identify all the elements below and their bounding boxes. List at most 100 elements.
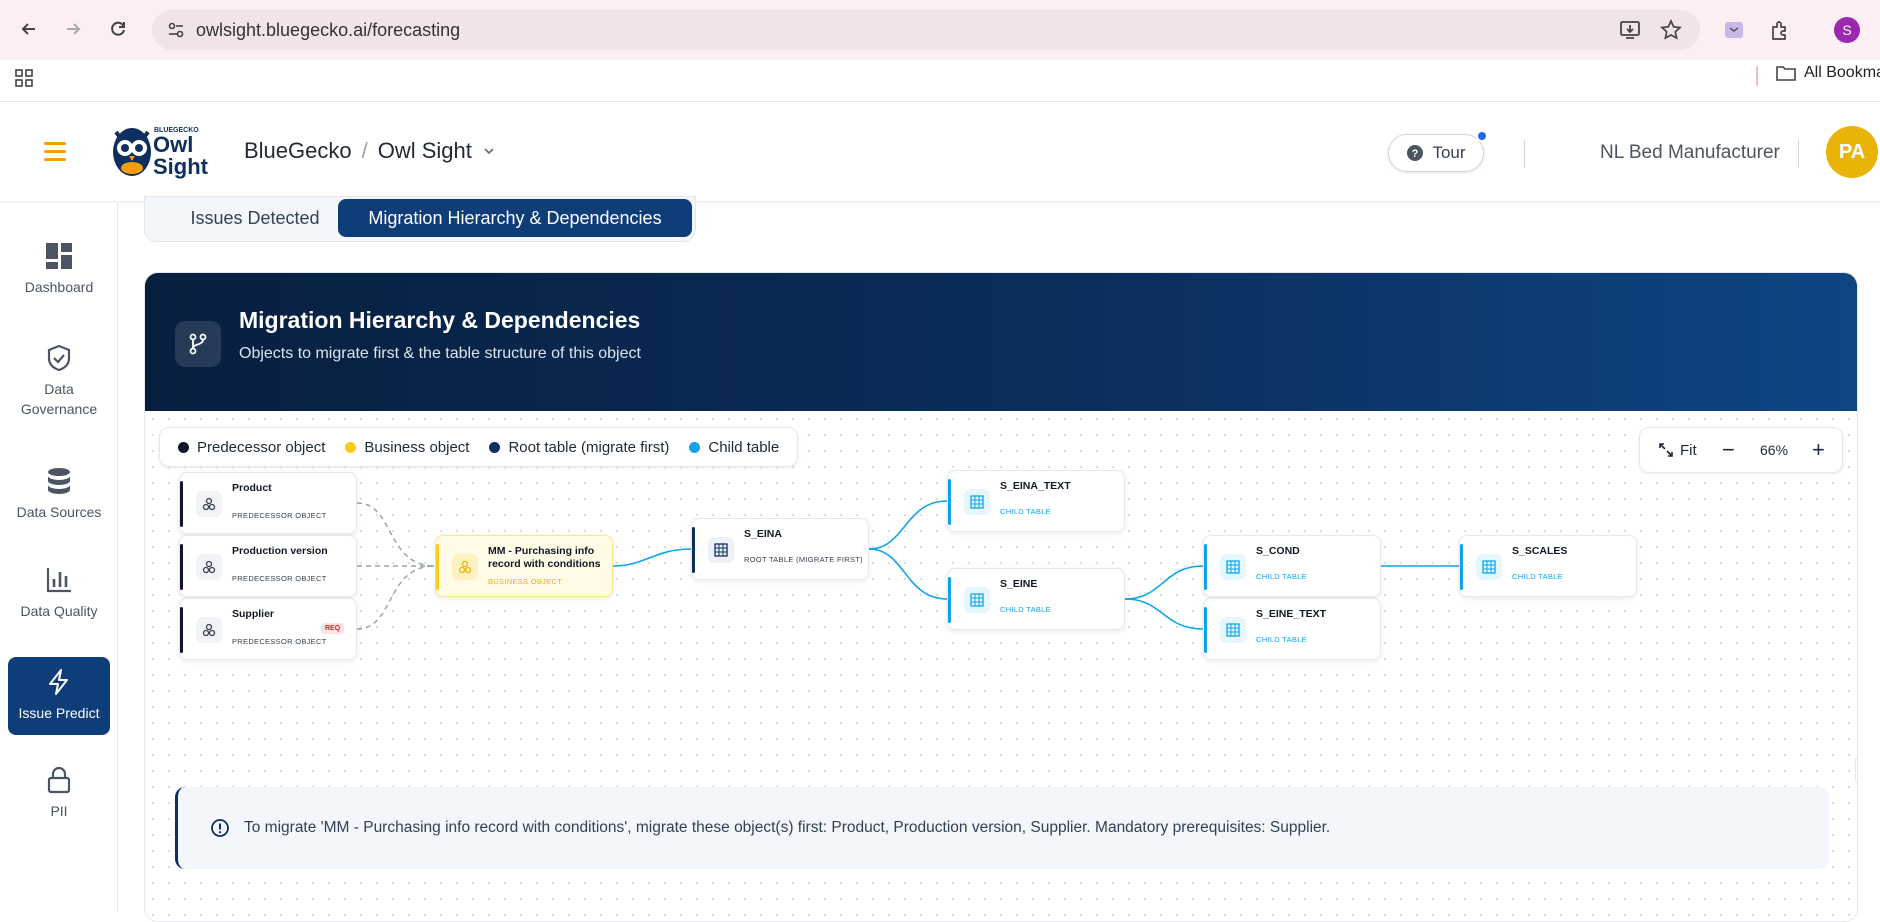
sidebar-item-data-governance[interactable]: Data Governance [8,343,110,419]
forward-icon[interactable] [58,14,88,44]
edge-s-eina-s-eine [868,548,948,600]
breadcrumb-separator: / [361,138,368,163]
sidebar-item-pii[interactable]: PII [8,765,110,821]
tour-button[interactable]: ? Tour [1388,134,1484,172]
sidebar-item-dashboard[interactable]: Dashboard [8,241,110,297]
sidebar: Dashboard Data Governance Data Sources D… [0,203,118,912]
svg-text:Sight: Sight [153,154,209,179]
card-title: Migration Hierarchy & Dependencies [239,307,641,333]
node-supplier[interactable]: Supplier PREDECESSOR OBJECT REQ [179,598,357,660]
node-type: CHILD TABLE [1000,507,1051,516]
prerequisites-alert: To migrate 'MM - Purchasing info record … [175,787,1829,869]
edge-product-business [356,502,436,567]
star-icon[interactable] [1657,16,1685,44]
table-icon [1220,617,1246,643]
notification-dot [1476,130,1488,142]
apps-grid-icon[interactable] [14,68,34,93]
object-icon [196,554,222,580]
node-production-version[interactable]: Production version PREDECESSOR OBJECT [179,535,357,597]
required-badge: REQ [321,623,345,634]
sidebar-item-label: Data Sources [16,504,102,520]
sidebar-item-data-quality[interactable]: Data Quality [8,565,110,621]
node-s-cond[interactable]: S_COND CHILD TABLE [1203,535,1381,597]
browser-profile-avatar[interactable]: S [1834,17,1860,43]
header-divider [1798,140,1799,168]
alert-text: To migrate 'MM - Purchasing info record … [244,819,1331,836]
bookmarks-divider [1756,66,1758,86]
edge-s-eine-s-eine-text [1124,598,1204,630]
install-app-icon[interactable] [1616,16,1644,44]
node-type: CHILD TABLE [1256,572,1307,581]
lock-icon [47,766,71,794]
node-name: S_EINA_TEXT [1000,480,1071,492]
migration-card: Migration Hierarchy & Dependencies Objec… [144,272,1858,922]
dependency-graph-canvas[interactable]: Predecessor object Business object Root … [145,411,1857,921]
url-text: owlsight.bluegecko.ai/forecasting [196,19,461,40]
bookmarks-bar [0,60,1880,102]
node-name: MM - Purchasing info record with conditi… [488,545,601,570]
node-name: S_EINA [744,528,782,540]
node-type: PREDECESSOR OBJECT [232,637,327,646]
node-type: PREDECESSOR OBJECT [232,574,327,583]
sidebar-item-label: PII [50,803,68,819]
sidebar-item-issue-predict[interactable]: Issue Predict [8,657,110,735]
site-settings-icon[interactable] [166,20,186,45]
back-icon[interactable] [14,14,44,44]
browser-toolbar: owlsight.bluegecko.ai/forecasting S [0,0,1880,60]
node-s-eine-text[interactable]: S_EINE_TEXT CHILD TABLE [1203,598,1381,660]
tab-migration-hierarchy[interactable]: Migration Hierarchy & Dependencies [338,199,692,237]
node-type: CHILD TABLE [1000,605,1051,614]
node-type: CHILD TABLE [1512,572,1563,581]
node-name: S_SCALES [1512,545,1568,557]
edge-s-eina-s-eina-text [868,500,948,550]
node-s-eina[interactable]: S_EINA ROOT TABLE (MIGRATE FIRST) [691,518,869,580]
table-icon [1220,554,1246,580]
company-name[interactable]: NL Bed Manufacturer [1600,142,1780,164]
object-icon [196,491,222,517]
node-type: ROOT TABLE (MIGRATE FIRST) [744,555,863,564]
owl-sight-logo: BLUEGECKO Owl Sight [110,118,216,184]
chevron-down-icon[interactable] [482,144,496,158]
node-s-eine[interactable]: S_EINE CHILD TABLE [947,568,1125,630]
all-bookmarks-button[interactable]: All Bookma [1776,64,1880,82]
url-bar[interactable]: owlsight.bluegecko.ai/forecasting [152,10,1700,50]
node-s-eina-text[interactable]: S_EINA_TEXT CHILD TABLE [947,470,1125,532]
view-tabs: Issues Detected Migration Hierarchy & De… [144,196,696,242]
sidebar-item-label: Dashboard [24,279,94,295]
edge-supplier-business [356,565,436,630]
reload-icon[interactable] [103,14,133,44]
breadcrumb-app[interactable]: Owl Sight [378,138,472,164]
node-name: Product [232,482,272,494]
svg-text:?: ? [1412,148,1419,160]
user-avatar[interactable]: PA [1826,126,1878,178]
card-subtitle: Objects to migrate first & the table str… [239,345,641,362]
menu-icon[interactable] [44,142,66,166]
sidebar-item-label: Issue Predict [18,705,100,721]
node-s-scales[interactable]: S_SCALES CHILD TABLE [1459,535,1637,597]
node-name: Supplier [232,608,275,620]
card-banner: Migration Hierarchy & Dependencies Objec… [145,273,1857,411]
object-icon [196,617,222,643]
header-divider [1524,140,1525,168]
help-circle-icon: ? [1407,145,1424,161]
info-circle-icon [211,819,229,837]
bar-chart-icon [46,568,71,593]
extension-app-icon[interactable] [1720,16,1748,44]
extensions-puzzle-icon[interactable] [1766,16,1794,44]
sidebar-item-label: Data Quality [20,603,98,619]
node-name: S_COND [1256,545,1300,557]
breadcrumb-org[interactable]: BlueGecko [244,138,352,164]
node-product[interactable]: Product PREDECESSOR OBJECT [179,472,357,534]
panel-toggle-icon[interactable]: >_ [1855,755,1857,785]
table-icon [964,489,990,515]
app-header: BLUEGECKO Owl Sight BlueGecko / Owl Sigh… [0,102,1880,202]
sidebar-item-data-sources[interactable]: Data Sources [8,466,110,522]
edge-business-s-eina [612,548,692,567]
node-type: BUSINESS OBJECT [488,577,563,586]
git-branch-icon [175,321,221,367]
node-name: S_EINE_TEXT [1256,608,1327,620]
dashboard-icon [46,243,72,269]
tab-issues-detected[interactable]: Issues Detected [155,199,355,237]
node-type: PREDECESSOR OBJECT [232,511,327,520]
node-business-object[interactable]: MM - Purchasing info record with conditi… [435,535,613,597]
